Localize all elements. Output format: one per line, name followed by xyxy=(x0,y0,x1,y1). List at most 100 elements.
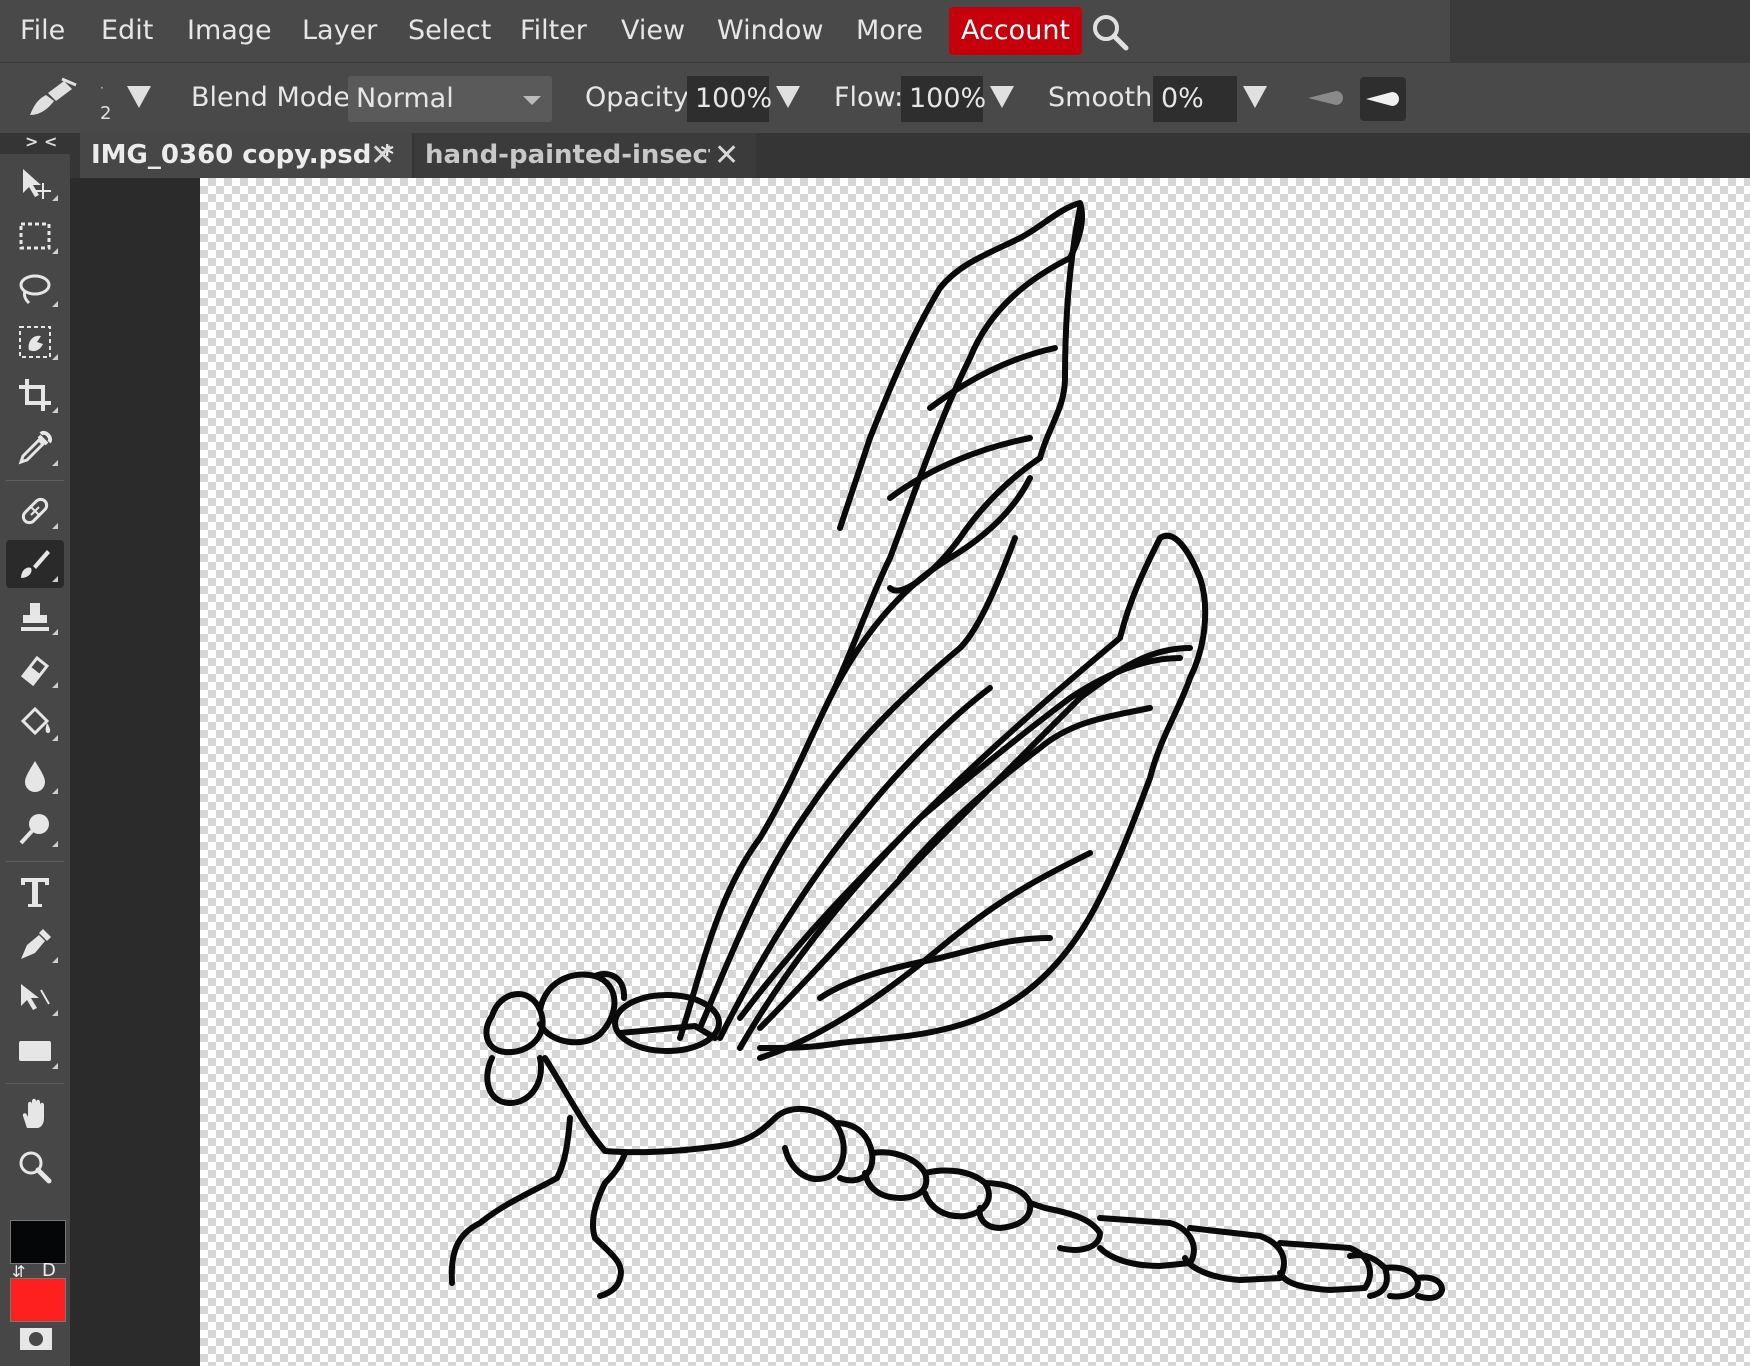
quick-mask-icon[interactable] xyxy=(18,1326,54,1352)
eraser-tool[interactable] xyxy=(6,646,64,694)
opacity-label: Opacity: xyxy=(585,82,696,113)
foreground-color-swatch[interactable] xyxy=(10,1220,66,1264)
pressure-size-icon[interactable] xyxy=(1306,87,1348,109)
toolbar-divider xyxy=(6,480,64,481)
droplet-icon xyxy=(25,761,45,792)
dodge-tool[interactable] xyxy=(6,805,64,853)
crop-tool[interactable] xyxy=(6,371,64,419)
smooth-dropdown[interactable] xyxy=(1243,86,1267,108)
default-colors-button[interactable]: D xyxy=(42,1260,56,1281)
hand-icon xyxy=(22,1098,44,1128)
hand-tool[interactable] xyxy=(6,1090,64,1138)
paint-bucket-tool[interactable] xyxy=(6,699,64,747)
options-bar: · 2 Blend Mode: Normal Opacity: 100% Flo… xyxy=(0,63,1750,133)
zoom-tool[interactable] xyxy=(6,1143,64,1191)
eyedropper-tool[interactable] xyxy=(6,424,64,472)
close-icon[interactable]: ✕ xyxy=(714,133,739,178)
zoom-icon xyxy=(19,1151,52,1184)
dodge-icon xyxy=(19,814,49,845)
close-icon[interactable]: ✕ xyxy=(370,133,395,178)
toolbar-divider xyxy=(6,861,64,862)
collapse-toolbar-button[interactable]: > < xyxy=(25,133,57,151)
quick-select-icon xyxy=(19,326,51,358)
tool-group-indicator xyxy=(52,301,58,307)
pressure-opacity-toggle[interactable] xyxy=(1360,77,1406,121)
brush-icon xyxy=(21,550,50,578)
menu-select[interactable]: Select xyxy=(408,0,491,62)
opacity-dropdown[interactable] xyxy=(776,86,800,108)
blend-mode-select[interactable]: Normal xyxy=(348,76,552,122)
shape-tool[interactable] xyxy=(6,1027,64,1075)
paint-bucket-icon xyxy=(20,706,51,736)
background-color-swatch[interactable] xyxy=(10,1278,66,1322)
tool-group-indicator xyxy=(52,248,58,254)
flow-dropdown[interactable] xyxy=(990,86,1014,108)
tool-group-indicator xyxy=(52,735,58,741)
menu-bar: File Edit Image Layer Select Filter View… xyxy=(0,0,1450,63)
rectangle-icon xyxy=(19,1041,51,1061)
menu-filter[interactable]: Filter xyxy=(520,0,587,62)
crop-icon xyxy=(19,379,51,411)
swap-colors-icon[interactable]: ⇵ xyxy=(12,1262,25,1281)
blend-mode-value: Normal xyxy=(356,83,454,114)
brush-preset-icon[interactable] xyxy=(24,75,80,121)
pen-tool[interactable] xyxy=(6,921,64,969)
eyedropper-icon xyxy=(18,431,52,465)
lasso-tool[interactable] xyxy=(6,265,64,313)
text-icon xyxy=(21,878,49,907)
tool-group-indicator xyxy=(52,523,58,529)
toolbar-divider xyxy=(6,1083,64,1084)
tool-group-indicator xyxy=(52,788,58,794)
menu-layer[interactable]: Layer xyxy=(302,0,377,62)
marquee-icon xyxy=(19,222,51,250)
tool-group-indicator xyxy=(52,354,58,360)
quick-select-tool[interactable] xyxy=(6,318,64,366)
move-tool[interactable] xyxy=(6,159,64,207)
flow-input[interactable]: 100% xyxy=(901,76,986,122)
tab-label: hand-painted-insects xyxy=(425,140,710,170)
eraser-icon xyxy=(20,655,50,687)
blend-mode-label: Blend Mode: xyxy=(191,82,360,113)
menu-image[interactable]: Image xyxy=(187,0,272,62)
stamp-icon xyxy=(21,603,49,631)
flow-label: Flow: xyxy=(834,82,904,113)
move-icon xyxy=(23,169,51,199)
lasso-icon xyxy=(19,274,51,305)
menu-window[interactable]: Window xyxy=(717,0,823,62)
document-tabs: > < IMG_0360 copy.psd * ✕ hand-painted-i… xyxy=(0,133,1750,178)
clone-stamp-tool[interactable] xyxy=(6,593,64,641)
brush-tool[interactable] xyxy=(6,540,64,588)
account-button[interactable]: Account xyxy=(949,7,1083,55)
healing-tool[interactable] xyxy=(6,487,64,535)
bandage-icon xyxy=(21,497,49,525)
marquee-tool[interactable] xyxy=(6,212,64,260)
tool-group-indicator xyxy=(52,682,58,688)
tools-panel xyxy=(0,154,70,1366)
document-canvas[interactable] xyxy=(200,178,1750,1366)
menu-edit[interactable]: Edit xyxy=(101,0,153,62)
tool-group-indicator xyxy=(52,576,58,582)
tab-hand-painted-insects[interactable]: hand-painted-insects ✕ xyxy=(414,133,756,178)
smooth-input[interactable]: 0% xyxy=(1153,76,1237,122)
tool-group-indicator xyxy=(52,195,58,201)
pen-icon xyxy=(21,929,51,959)
brush-size-dot: · xyxy=(100,81,104,95)
brush-size-dropdown[interactable] xyxy=(127,86,151,108)
tool-group-indicator xyxy=(52,460,58,466)
tool-group-indicator xyxy=(52,957,58,963)
blur-tool[interactable] xyxy=(6,752,64,800)
menu-view[interactable]: View xyxy=(621,0,685,62)
path-select-icon xyxy=(21,984,50,1010)
menu-more[interactable]: More xyxy=(856,0,923,62)
path-select-tool[interactable] xyxy=(6,974,64,1022)
menu-file[interactable]: File xyxy=(20,0,65,62)
opacity-input[interactable]: 100% xyxy=(687,76,772,122)
smooth-label: Smooth: xyxy=(1048,82,1162,113)
type-tool[interactable] xyxy=(6,868,64,916)
search-icon[interactable] xyxy=(1090,12,1130,52)
dragonfly-drawing xyxy=(448,200,1445,1301)
pressure-opacity-icon xyxy=(1366,92,1399,106)
tool-group-indicator xyxy=(52,1063,58,1069)
tab-img-0360[interactable]: IMG_0360 copy.psd * ✕ xyxy=(80,133,412,178)
tool-group-indicator xyxy=(52,841,58,847)
